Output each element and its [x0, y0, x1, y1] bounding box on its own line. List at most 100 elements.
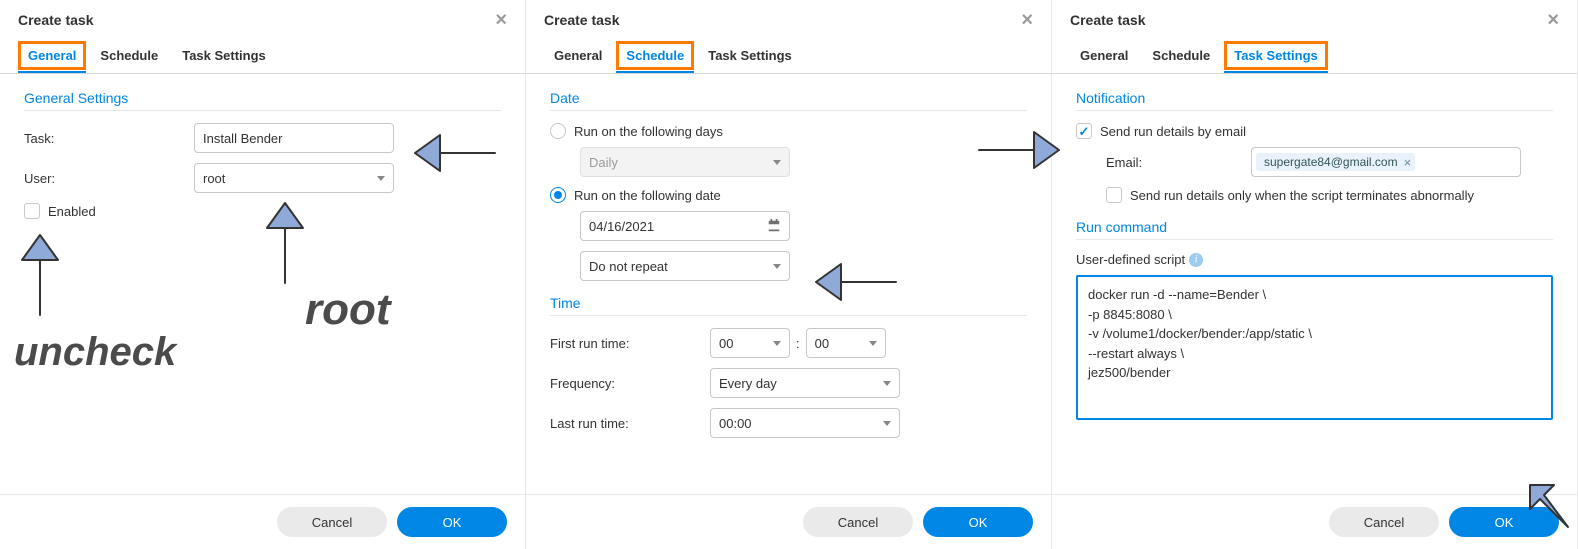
create-task-panel-task-settings: Create task × General Schedule Task Sett…: [1052, 0, 1578, 549]
window-title: Create task: [544, 12, 620, 28]
tab-label: Task Settings: [1234, 48, 1318, 63]
footer: Cancel OK: [526, 494, 1051, 549]
cancel-button[interactable]: Cancel: [1329, 507, 1439, 537]
script-textarea[interactable]: docker run -d --name=Bender \ -p 8845:80…: [1076, 275, 1553, 420]
frequency-value: Every day: [719, 376, 777, 391]
tab-label: Task Settings: [182, 48, 266, 63]
days-select: Daily: [580, 147, 790, 177]
tab-general[interactable]: General: [18, 40, 86, 73]
date-value: 04/16/2021: [589, 219, 654, 234]
last-run-value: 00:00: [719, 416, 752, 431]
tab-task-settings[interactable]: Task Settings: [172, 40, 276, 73]
tab-label: Schedule: [1152, 48, 1210, 63]
create-task-panel-general: Create task × General Schedule Task Sett…: [0, 0, 526, 549]
last-run-label: Last run time:: [550, 416, 710, 431]
radio-run-days[interactable]: [550, 123, 566, 139]
close-icon[interactable]: ×: [495, 10, 507, 30]
tab-label: Schedule: [626, 48, 684, 63]
enabled-label: Enabled: [48, 204, 96, 219]
chevron-down-icon: [377, 176, 385, 181]
tab-schedule[interactable]: Schedule: [90, 40, 168, 73]
only-abnormal-label: Send run details only when the script te…: [1130, 188, 1474, 203]
titlebar: Create task ×: [0, 0, 525, 40]
repeat-select-value: Do not repeat: [589, 259, 668, 274]
minute-select[interactable]: 00: [806, 328, 886, 358]
chevron-down-icon: [773, 160, 781, 165]
last-run-select[interactable]: 00:00: [710, 408, 900, 438]
titlebar: Create task ×: [526, 0, 1051, 40]
user-label: User:: [24, 171, 194, 186]
close-icon[interactable]: ×: [1021, 10, 1033, 30]
tab-label: Schedule: [100, 48, 158, 63]
footer: Cancel OK: [1052, 494, 1577, 549]
titlebar: Create task ×: [1052, 0, 1577, 40]
days-select-value: Daily: [589, 155, 618, 170]
ok-button[interactable]: OK: [397, 507, 507, 537]
time-colon: :: [796, 336, 800, 351]
content: Notification Send run details by email E…: [1052, 74, 1577, 494]
chevron-down-icon: [773, 264, 781, 269]
first-run-label: First run time:: [550, 336, 710, 351]
section-date: Date: [550, 90, 1027, 111]
chevron-down-icon: [883, 421, 891, 426]
date-input[interactable]: 04/16/2021: [580, 211, 790, 241]
hour-value: 00: [719, 336, 733, 351]
chevron-down-icon: [773, 341, 781, 346]
tab-label: General: [1080, 48, 1128, 63]
radio-run-date-label: Run on the following date: [574, 188, 721, 203]
chevron-down-icon: [869, 341, 877, 346]
task-label: Task:: [24, 131, 194, 146]
tab-label: General: [28, 48, 76, 63]
section-time: Time: [550, 295, 1027, 316]
tab-schedule[interactable]: Schedule: [616, 40, 694, 73]
send-email-checkbox[interactable]: [1076, 123, 1092, 139]
tab-general[interactable]: General: [1070, 40, 1138, 73]
only-abnormal-checkbox[interactable]: [1106, 187, 1122, 203]
content: General Settings Task: User: root Enable…: [0, 74, 525, 494]
email-chip-text: supergate84@gmail.com: [1264, 155, 1398, 169]
tabstrip: General Schedule Task Settings: [1052, 40, 1577, 74]
tab-schedule[interactable]: Schedule: [1142, 40, 1220, 73]
tabstrip: General Schedule Task Settings: [526, 40, 1051, 74]
close-icon[interactable]: ×: [1547, 10, 1559, 30]
ok-button[interactable]: OK: [1449, 507, 1559, 537]
script-textarea-wrapper: docker run -d --name=Bender \ -p 8845:80…: [1076, 275, 1553, 420]
send-email-label: Send run details by email: [1100, 124, 1246, 139]
tab-label: Task Settings: [708, 48, 792, 63]
ok-button[interactable]: OK: [923, 507, 1033, 537]
calendar-icon: [767, 219, 781, 233]
section-notification: Notification: [1076, 90, 1553, 111]
footer: Cancel OK: [0, 494, 525, 549]
tab-task-settings[interactable]: Task Settings: [698, 40, 802, 73]
radio-run-days-label: Run on the following days: [574, 124, 723, 139]
chevron-down-icon: [883, 381, 891, 386]
create-task-panel-schedule: Create task × General Schedule Task Sett…: [526, 0, 1052, 549]
tabstrip: General Schedule Task Settings: [0, 40, 525, 74]
task-input[interactable]: [194, 123, 394, 153]
user-select-value: root: [203, 171, 225, 186]
radio-run-date[interactable]: [550, 187, 566, 203]
content: Date Run on the following days Daily Run…: [526, 74, 1051, 494]
repeat-select[interactable]: Do not repeat: [580, 251, 790, 281]
window-title: Create task: [1070, 12, 1146, 28]
cancel-button[interactable]: Cancel: [803, 507, 913, 537]
chip-remove-icon[interactable]: ×: [1404, 156, 1412, 169]
frequency-label: Frequency:: [550, 376, 710, 391]
script-label: User-defined script: [1076, 252, 1185, 267]
section-run-command: Run command: [1076, 219, 1553, 240]
user-select[interactable]: root: [194, 163, 394, 193]
tab-label: General: [554, 48, 602, 63]
email-input[interactable]: supergate84@gmail.com ×: [1251, 147, 1521, 177]
window-title: Create task: [18, 12, 94, 28]
enabled-checkbox[interactable]: [24, 203, 40, 219]
email-chip: supergate84@gmail.com ×: [1256, 153, 1415, 171]
tab-task-settings[interactable]: Task Settings: [1224, 40, 1328, 73]
cancel-button[interactable]: Cancel: [277, 507, 387, 537]
email-label: Email:: [1106, 155, 1251, 170]
section-general-settings: General Settings: [24, 90, 501, 111]
hour-select[interactable]: 00: [710, 328, 790, 358]
info-icon[interactable]: i: [1189, 253, 1203, 267]
minute-value: 00: [815, 336, 829, 351]
frequency-select[interactable]: Every day: [710, 368, 900, 398]
tab-general[interactable]: General: [544, 40, 612, 73]
